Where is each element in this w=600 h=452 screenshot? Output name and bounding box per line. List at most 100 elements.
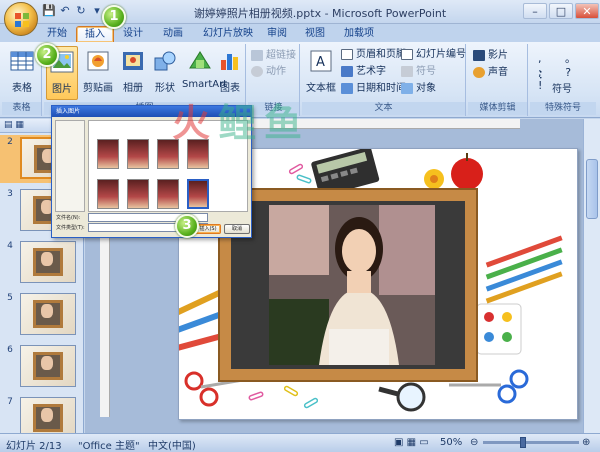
movie-label: 影片 xyxy=(488,50,508,61)
group-label-text: 文本 xyxy=(302,102,465,115)
tab-animations[interactable]: 动画 xyxy=(156,26,190,42)
photo-thumbnail[interactable] xyxy=(157,179,179,209)
maximize-button[interactable]: □ xyxy=(549,3,573,19)
tab-addins[interactable]: 加载项 xyxy=(338,26,380,42)
photo-album-icon xyxy=(123,52,143,70)
movie-button[interactable]: 影片 xyxy=(472,48,508,63)
tab-insert[interactable]: 插入 xyxy=(76,26,114,42)
zoom-slider-knob[interactable] xyxy=(520,437,526,448)
office-logo-icon xyxy=(15,13,29,27)
datetime-button[interactable]: 日期和时间 xyxy=(340,81,406,96)
step-2-badge: 2 xyxy=(35,43,59,67)
header-footer-icon xyxy=(341,49,353,60)
special-symbol-button[interactable]: 符号 xyxy=(540,82,572,97)
office-button[interactable] xyxy=(4,2,38,36)
tab-view[interactable]: 视图 xyxy=(300,26,330,42)
dialog-places-bar[interactable] xyxy=(55,120,85,212)
clipart-icon xyxy=(87,51,109,71)
zoom-slider[interactable] xyxy=(483,441,579,444)
slide-counter: 幻灯片 2/13 xyxy=(6,441,62,452)
shapes-icon xyxy=(154,51,176,71)
title-bar: 💾 ↶ ↻ ▾ 谢婷婷照片相册视频.pptx - Microsoft Power… xyxy=(0,0,600,24)
slide-number: 5 xyxy=(7,293,13,303)
action-button[interactable]: 动作 xyxy=(250,64,286,79)
slide-thumb[interactable]: 5 xyxy=(0,291,84,339)
redo-icon[interactable]: ↻ xyxy=(74,4,88,18)
wordart-button[interactable]: 艺术字 xyxy=(340,64,386,79)
file-name-label: 文件名(N): xyxy=(56,215,81,221)
slides-tab-icons[interactable]: ▤ ▦ xyxy=(4,120,24,130)
symbol-button-text[interactable]: 符号 xyxy=(400,64,436,79)
group-text: A 文本框 页眉和页脚 艺术字 日期和时间 幻灯片编号 符号 对象 文本 xyxy=(302,44,466,116)
slide-thumb-image xyxy=(20,241,76,283)
photo-thumbnail[interactable] xyxy=(127,179,149,209)
theme-name[interactable]: "Office 主题" xyxy=(78,437,140,452)
view-buttons[interactable]: ▣ ▦ ▭ xyxy=(394,437,429,448)
slide-number: 7 xyxy=(7,397,13,407)
minimize-button[interactable]: – xyxy=(523,3,547,19)
slide-thumb-image xyxy=(20,345,76,387)
sound-label: 声音 xyxy=(488,67,508,78)
scrollbar-thumb[interactable] xyxy=(586,159,598,219)
zoom-out-icon[interactable]: ⊖ xyxy=(470,437,478,448)
hyperlink-icon xyxy=(251,50,263,61)
watermark-logo: 火鲤鱼 xyxy=(172,101,311,145)
table-button[interactable]: 表格 xyxy=(5,46,39,100)
hyperlink-button[interactable]: 超链接 xyxy=(250,48,296,63)
save-icon[interactable]: 💾 xyxy=(42,4,56,18)
object-label: 对象 xyxy=(416,83,436,94)
photo-thumbnail-selected[interactable] xyxy=(187,179,209,209)
undo-icon[interactable]: ↶ xyxy=(58,4,72,18)
symbol-label: 符号 xyxy=(416,66,436,77)
header-footer-button[interactable]: 页眉和页脚 xyxy=(340,47,406,62)
zoom-in-icon[interactable]: ⊕ xyxy=(582,437,590,448)
smartart-label: SmartArt xyxy=(182,79,228,90)
slide-number: 2 xyxy=(7,137,13,147)
picture-button-label: 图片 xyxy=(52,84,72,95)
photo-album-button[interactable]: 相册 xyxy=(118,46,148,100)
vertical-scrollbar[interactable] xyxy=(583,119,600,433)
group-label-tables: 表格 xyxy=(2,102,41,115)
svg-text:A: A xyxy=(316,55,325,70)
photo-thumbnail[interactable] xyxy=(127,139,149,169)
slide-number: 4 xyxy=(7,241,13,251)
photo-thumbnail[interactable] xyxy=(97,179,119,209)
zoom-level[interactable]: 50% xyxy=(440,437,462,448)
cancel-button[interactable]: 取消 xyxy=(224,224,250,234)
sound-button[interactable]: 声音 xyxy=(472,65,508,80)
slide-thumb[interactable]: 6 xyxy=(0,343,84,391)
slide-thumb[interactable]: 4 xyxy=(0,239,84,287)
calendar-icon xyxy=(341,83,353,94)
close-button[interactable]: ✕ xyxy=(575,3,599,19)
tab-slideshow[interactable]: 幻灯片放映 xyxy=(198,26,258,42)
language-indicator[interactable]: 中文(中国) xyxy=(148,437,196,452)
movie-icon xyxy=(473,50,485,61)
tab-design[interactable]: 设计 xyxy=(116,26,150,42)
action-icon xyxy=(251,66,263,77)
ribbon-tabs: 开始 插入 设计 动画 幻灯片放映 审阅 视图 加载项 xyxy=(0,24,600,42)
step-1-badge: 1 xyxy=(102,5,126,29)
chart-icon xyxy=(221,54,238,70)
photo-thumbnail[interactable] xyxy=(97,139,119,169)
tab-home[interactable]: 开始 xyxy=(40,26,74,42)
clipart-button[interactable]: 剪贴画 xyxy=(80,46,116,100)
smartart-icon xyxy=(189,51,211,69)
action-label: 动作 xyxy=(266,66,286,77)
object-icon xyxy=(401,83,413,94)
group-label-symbols: 特殊符号 xyxy=(530,102,596,115)
slide-number: 3 xyxy=(7,189,13,199)
wordart-label: 艺术字 xyxy=(356,66,386,77)
header-footer-label: 页眉和页脚 xyxy=(356,49,406,60)
group-special-symbols: , 。 ： ; ? ! 符号 特殊符号 xyxy=(530,44,596,116)
tab-review[interactable]: 审阅 xyxy=(262,26,292,42)
table-button-label: 表格 xyxy=(12,83,32,94)
slide-number-icon xyxy=(401,49,413,60)
wordart-icon xyxy=(341,66,353,77)
photo-album-label: 相册 xyxy=(123,83,143,94)
textbox-icon: A xyxy=(310,50,332,72)
slide-number-button[interactable]: 幻灯片编号 xyxy=(400,47,466,62)
object-button[interactable]: 对象 xyxy=(400,81,436,96)
sound-icon xyxy=(473,67,485,78)
omega-icon xyxy=(401,66,413,77)
group-label-media: 媒体剪辑 xyxy=(468,102,527,115)
